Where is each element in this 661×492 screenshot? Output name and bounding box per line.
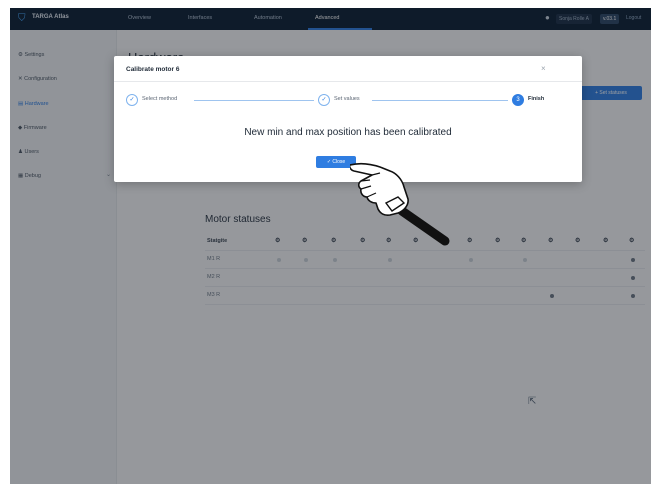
step-label-select-method: Select method [142,96,178,102]
app-window: ⛉ TARGA Atlas Overview Interfaces Automa… [10,8,651,484]
close-icon[interactable]: × [541,64,546,73]
pointing-hand-icon [350,162,450,246]
calibration-result-message: New min and max position has been calibr… [244,127,452,138]
step-complete-check-icon: ✓ [318,94,330,106]
calibrate-motor-dialog: Calibrate motor 6 × ✓ Select method ✓ Se… [114,56,582,182]
step-label-finish: Finish [528,96,545,102]
step-label-set-values: Set values [334,96,360,102]
step-current-indicator: 3 [512,94,524,106]
mouse-cursor-icon: ⇱ [528,396,537,407]
step-connector [194,100,314,101]
dialog-title: Calibrate motor 6 [126,66,180,73]
step-connector [372,100,508,101]
dialog-divider [114,81,582,82]
step-complete-check-icon: ✓ [126,94,138,106]
